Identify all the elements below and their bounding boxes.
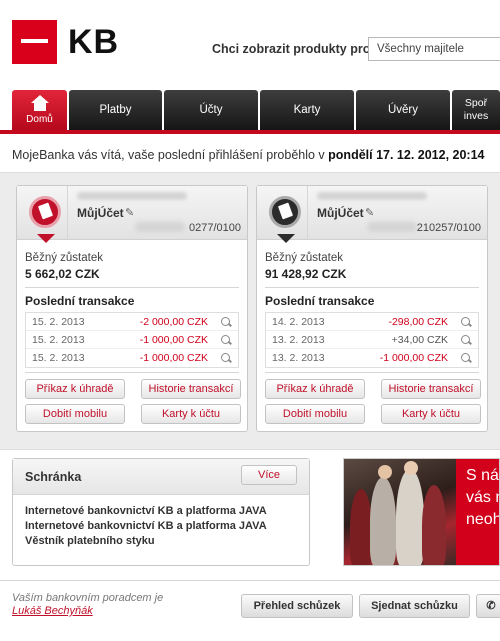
pencil-icon[interactable]: ✎ bbox=[125, 206, 134, 219]
account-number-redacted bbox=[135, 222, 185, 232]
transaction-date: 13. 2. 2013 bbox=[272, 352, 325, 364]
account-owner-redacted bbox=[77, 192, 187, 200]
account-icon bbox=[23, 190, 69, 243]
account-number: 210257/0100 bbox=[416, 222, 481, 234]
owner-select[interactable]: Všechny majitele bbox=[368, 37, 500, 61]
tab-savings-label: Spoř inves bbox=[463, 97, 489, 122]
main-nav: Domů Platby Účty Karty Úvěry Spoř inves bbox=[0, 90, 500, 132]
tab-loans[interactable]: Úvěry bbox=[356, 90, 450, 130]
tab-accounts-label: Účty bbox=[199, 104, 223, 116]
transaction-date: 15. 2. 2013 bbox=[32, 316, 85, 328]
transaction-date: 15. 2. 2013 bbox=[32, 352, 85, 364]
transaction-date: 13. 2. 2013 bbox=[272, 334, 325, 346]
tab-home-label: Domů bbox=[26, 114, 53, 125]
transactions-title: Poslední transakce bbox=[25, 294, 135, 308]
promo-text: S návás nneoh bbox=[456, 459, 499, 565]
balance-label: Běžný zůstatek bbox=[25, 252, 103, 264]
transaction-row: 13. 2. 2013 +34,00 CZK bbox=[266, 331, 478, 349]
tab-loans-label: Úvěry bbox=[387, 104, 419, 116]
tab-cards[interactable]: Karty bbox=[260, 90, 354, 130]
magnifier-icon[interactable] bbox=[461, 317, 470, 326]
transaction-date: 14. 2. 2013 bbox=[272, 316, 325, 328]
account-number-redacted bbox=[367, 222, 417, 232]
transaction-row: 15. 2. 2013 -1 000,00 CZK bbox=[26, 331, 238, 349]
account-card-header: MůjÚčet ✎ 0277/0100 bbox=[17, 186, 247, 243]
account-cards-button[interactable]: Karty k účtu bbox=[141, 404, 241, 424]
tab-savings[interactable]: Spoř inves bbox=[452, 90, 500, 130]
account-card-header: MůjÚčet ✎ 210257/0100 bbox=[257, 186, 487, 243]
account-card: MůjÚčet ✎ 210257/0100 Běžný zůstatek 91 … bbox=[256, 185, 488, 432]
promo-photo bbox=[344, 459, 456, 565]
balance-value: 5 662,02 CZK bbox=[25, 267, 100, 281]
transaction-row: 15. 2. 2013 -2 000,00 CZK bbox=[26, 313, 238, 331]
tab-payments-label: Platby bbox=[99, 104, 132, 116]
promo-banner[interactable]: S návás nneoh bbox=[343, 458, 500, 566]
tab-cards-label: Karty bbox=[293, 104, 321, 116]
transaction-amount: -1 000,00 CZK bbox=[379, 352, 448, 364]
advisor-label: Vaším bankovním poradcem je bbox=[12, 592, 164, 604]
magnifier-icon[interactable] bbox=[461, 353, 470, 362]
magnifier-icon[interactable] bbox=[461, 335, 470, 344]
transaction-row: 13. 2. 2013 -1 000,00 CZK bbox=[266, 349, 478, 367]
balance-value: 91 428,92 CZK bbox=[265, 267, 347, 281]
phone-icon: ✆ bbox=[486, 600, 496, 612]
accounts-area: MůjÚčet ✎ 0277/0100 Běžný zůstatek 5 662… bbox=[0, 172, 500, 450]
account-icon bbox=[263, 190, 309, 243]
inbox-message[interactable]: Věstník platebního styku bbox=[25, 535, 155, 547]
inbox-panel: Schránka Více Internetové bankovnictví K… bbox=[12, 458, 310, 566]
phone-button[interactable]: ✆ bbox=[476, 594, 500, 618]
mobile-topup-button[interactable]: Dobití mobilu bbox=[25, 404, 125, 424]
transactions-title: Poslední transakce bbox=[265, 294, 375, 308]
transaction-history-button[interactable]: Historie transakcí bbox=[141, 379, 241, 399]
home-icon bbox=[30, 95, 49, 111]
inbox-message[interactable]: Internetové bankovnictví KB a platforma … bbox=[25, 505, 267, 517]
account-cards-button[interactable]: Karty k účtu bbox=[381, 404, 481, 424]
transaction-row: 14. 2. 2013 -298,00 CZK bbox=[266, 313, 478, 331]
transactions-table: 15. 2. 2013 -2 000,00 CZK 15. 2. 2013 -1 0… bbox=[25, 312, 239, 368]
transaction-amount: +34,00 CZK bbox=[391, 334, 448, 346]
payment-order-button[interactable]: Příkaz k úhradě bbox=[25, 379, 125, 399]
inbox-header: Schránka Více bbox=[13, 459, 309, 495]
account-owner-redacted bbox=[317, 192, 427, 200]
magnifier-icon[interactable] bbox=[221, 335, 230, 344]
payment-order-button[interactable]: Příkaz k úhradě bbox=[265, 379, 365, 399]
transactions-table: 14. 2. 2013 -298,00 CZK 13. 2. 2013 +34,00… bbox=[265, 312, 479, 368]
meetings-overview-button[interactable]: Přehled schůzek bbox=[241, 594, 353, 618]
magnifier-icon[interactable] bbox=[221, 317, 230, 326]
transaction-row: 15. 2. 2013 -1 000,00 CZK bbox=[26, 349, 238, 367]
pencil-icon[interactable]: ✎ bbox=[365, 206, 374, 219]
kb-logo[interactable] bbox=[12, 20, 57, 64]
account-card: MůjÚčet ✎ 0277/0100 Běžný zůstatek 5 662… bbox=[16, 185, 248, 432]
tab-accounts[interactable]: Účty bbox=[164, 90, 258, 130]
transaction-history-button[interactable]: Historie transakcí bbox=[381, 379, 481, 399]
mobile-topup-button[interactable]: Dobití mobilu bbox=[265, 404, 365, 424]
tab-home[interactable]: Domů bbox=[12, 90, 67, 132]
transaction-amount: -2 000,00 CZK bbox=[139, 316, 208, 328]
welcome-message: MojeBanka vás vítá, vaše poslední přihlá… bbox=[12, 148, 485, 162]
products-for-label: Chci zobrazit produkty pro bbox=[212, 42, 371, 56]
last-login-date: pondělí 17. 12. 2012, 20:14 bbox=[328, 148, 485, 162]
magnifier-icon[interactable] bbox=[221, 353, 230, 362]
schedule-meeting-button[interactable]: Sjednat schůzku bbox=[359, 594, 470, 618]
transaction-date: 15. 2. 2013 bbox=[32, 334, 85, 346]
account-number: 0277/0100 bbox=[189, 222, 241, 234]
balance-label: Běžný zůstatek bbox=[265, 252, 343, 264]
inbox-message[interactable]: Internetové bankovnictví KB a platforma … bbox=[25, 520, 267, 532]
nav-underline bbox=[0, 130, 500, 134]
account-name[interactable]: MůjÚčet bbox=[317, 206, 364, 220]
advisor-name-link[interactable]: Lukáš Bechyňák bbox=[12, 605, 93, 617]
logo-bar bbox=[21, 39, 48, 43]
tab-payments[interactable]: Platby bbox=[69, 90, 162, 130]
transaction-amount: -298,00 CZK bbox=[388, 316, 448, 328]
transaction-amount: -1 000,00 CZK bbox=[139, 352, 208, 364]
inbox-more-button[interactable]: Více bbox=[241, 465, 297, 485]
transaction-amount: -1 000,00 CZK bbox=[139, 334, 208, 346]
account-name[interactable]: MůjÚčet bbox=[77, 206, 124, 220]
inbox-title: Schránka bbox=[25, 470, 82, 484]
kb-logo-text: KB bbox=[68, 23, 120, 61]
footer-divider bbox=[0, 580, 500, 581]
